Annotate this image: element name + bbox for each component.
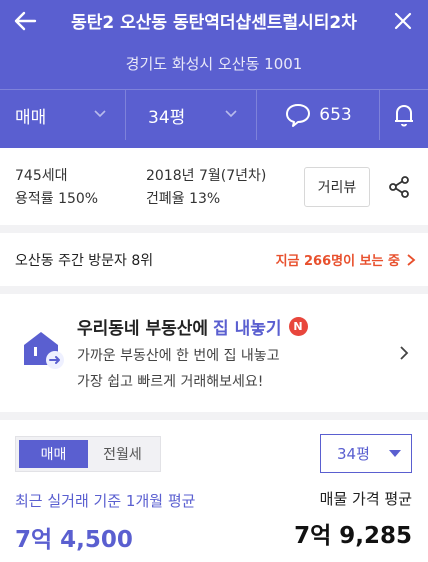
listing-avg-label: 매물 가격 평균 [319, 490, 412, 508]
new-badge: N [288, 317, 308, 336]
bell-icon [395, 105, 413, 127]
caret-down-icon [389, 450, 401, 457]
listing-avg-value: 7억 9,285 [294, 523, 412, 549]
size-select[interactable]: 34평 [320, 434, 412, 473]
promo-title-prefix: 우리동네 부동산에 [77, 319, 209, 339]
tab-rent[interactable]: 전월세 [88, 440, 157, 468]
households: 745세대 [15, 168, 68, 184]
chevron-right-icon [407, 253, 416, 266]
tab-sale[interactable]: 매매 [19, 440, 88, 468]
price-section: 매매 전월세 34평 최근 실거래 기준 1개월 평균 7억 4,500 매물 … [0, 420, 428, 562]
house-arrow-icon [24, 332, 64, 369]
size-label: 34평 [148, 107, 186, 128]
info-col-right: 2018년 7월(7년차) 건폐율 13% [146, 165, 266, 211]
building-coverage: 건폐율 13% [146, 191, 221, 207]
chat-bubble-icon [286, 104, 311, 127]
trade-tab-group: 매매 전월세 [15, 436, 161, 472]
trade-type-dropdown[interactable]: 매매 [0, 90, 126, 140]
promo-desc-line: 가까운 부동산에 한 번에 집 내놓고 [77, 348, 280, 364]
promo-desc-line: 가장 쉽고 빠르게 거래해보세요! [77, 374, 264, 390]
chevron-down-icon [225, 110, 237, 118]
address: 경기도 화성시 오산동 1001 [125, 55, 303, 73]
visitor-rank-row[interactable]: 오산동 주간 방문자 8위 지금 266명이 보는 중 [0, 233, 428, 286]
trade-type-label: 매매 [15, 107, 47, 128]
recent-trade-value: 7억 4,500 [15, 527, 133, 553]
list-house-banner[interactable]: 우리동네 부동산에 집 내놓기 N 가까운 부동산에 한 번에 집 내놓고 가장… [0, 294, 428, 412]
floor-area-ratio: 용적률 150% [15, 191, 99, 207]
live-viewers-text: 지금 266명이 보는 중 [275, 254, 400, 269]
close-icon[interactable] [388, 6, 418, 36]
promo-description: 가까운 부동산에 한 번에 집 내놓고 가장 쉽고 빠르게 거래해보세요! [77, 343, 280, 395]
chevron-down-icon [94, 110, 106, 118]
info-col-left: 745세대 용적률 150% [15, 165, 98, 211]
share-icon[interactable] [386, 174, 412, 200]
header: 동탄2 오산동 동탄역더샵센트럴시티2차 경기도 화성시 오산동 1001 매매… [0, 0, 428, 160]
comment-count: 653 [319, 105, 352, 125]
visitor-rank: 오산동 주간 방문자 8위 [15, 252, 154, 269]
filter-bar: 매매 34평 653 [0, 90, 428, 140]
page-title: 동탄2 오산동 동탄역더샵센트럴시티2차 [71, 13, 357, 33]
built-year: 2018년 7월(7년차) [146, 168, 267, 184]
recent-trade-label: 최근 실거래 기준 1개월 평균 [15, 492, 196, 510]
size-select-value: 34평 [337, 445, 370, 463]
comments-button[interactable]: 653 [257, 90, 380, 140]
live-viewers: 지금 266명이 보는 중 [276, 250, 416, 269]
promo-title: 우리동네 부동산에 집 내놓기 N [77, 314, 308, 339]
notification-button[interactable] [380, 90, 428, 140]
promo-title-highlight: 집 내놓기 [213, 319, 282, 339]
chevron-right-icon [400, 346, 409, 360]
back-arrow-icon[interactable] [10, 6, 40, 36]
distance-view-button[interactable]: 거리뷰 [304, 167, 370, 207]
complex-info: 745세대 용적률 150% 2018년 7월(7년차) 건폐율 13% 거리뷰 [0, 148, 428, 225]
size-dropdown[interactable]: 34평 [126, 90, 257, 140]
